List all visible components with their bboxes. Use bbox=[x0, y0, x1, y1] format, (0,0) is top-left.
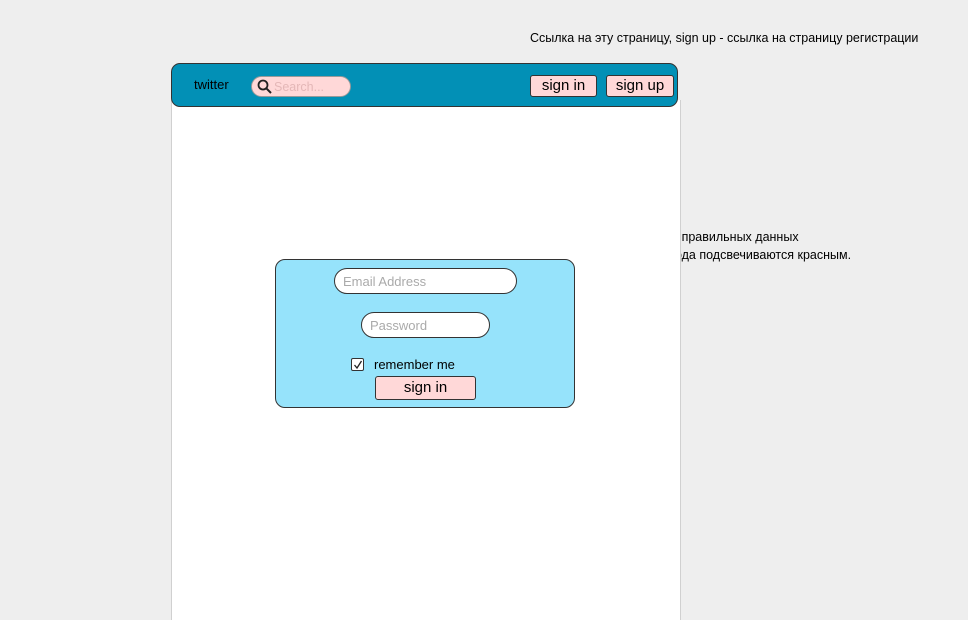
remember-me-checkbox[interactable] bbox=[351, 358, 364, 371]
password-field[interactable] bbox=[361, 312, 490, 338]
login-form: remember me sign in bbox=[275, 259, 575, 408]
email-field[interactable] bbox=[334, 268, 517, 294]
checkmark-icon bbox=[354, 360, 363, 370]
annotation-top-note: Ссылка на эту страницу, sign up - ссылка… bbox=[530, 31, 919, 45]
top-navbar: twitter sign in sign up bbox=[171, 63, 678, 107]
search-input[interactable] bbox=[274, 77, 346, 96]
sign-in-submit-button[interactable]: sign in bbox=[375, 376, 476, 400]
remember-me-label: remember me bbox=[374, 357, 455, 372]
brand-link[interactable]: twitter bbox=[194, 77, 229, 92]
nav-sign-in-button[interactable]: sign in bbox=[530, 75, 597, 97]
search-icon bbox=[257, 79, 272, 94]
nav-sign-up-button[interactable]: sign up bbox=[606, 75, 674, 97]
search-box bbox=[251, 76, 351, 97]
